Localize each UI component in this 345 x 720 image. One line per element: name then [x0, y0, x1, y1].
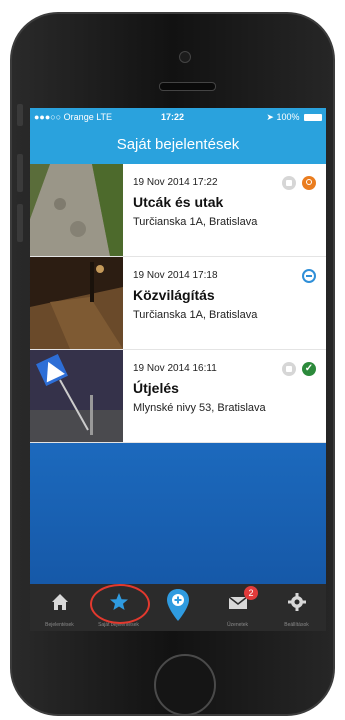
- lock-icon: [282, 176, 296, 190]
- tab-messages[interactable]: 2 Üzenetek: [208, 584, 267, 631]
- earpiece-speaker: [159, 82, 216, 91]
- gear-icon: [287, 593, 306, 611]
- report-address: Turčianska 1A, Bratislava: [133, 216, 258, 228]
- battery-icon: [304, 114, 322, 121]
- report-row[interactable]: 19 Nov 2014 17:18 Közvilágítás Turčiansk…: [30, 257, 326, 350]
- add-pin-icon: [167, 589, 189, 621]
- location-arrow-icon: ➤: [266, 112, 274, 122]
- home-button[interactable]: [154, 654, 216, 716]
- page-title: Saját bejelentések: [116, 136, 240, 153]
- annotation-circle: [90, 584, 150, 624]
- report-date: 19 Nov 2014 16:11: [133, 363, 217, 374]
- lock-icon: [282, 362, 296, 376]
- front-camera: [179, 51, 191, 63]
- tab-settings[interactable]: Beállítások: [267, 584, 326, 631]
- status-time: 17:22: [161, 112, 185, 122]
- report-row[interactable]: 19 Nov 2014 17:22 Utcák és utak Turčians…: [30, 164, 326, 257]
- volume-up-button: [17, 154, 23, 192]
- mute-switch: [17, 104, 23, 126]
- tab-bar: Bejelentések Saját bejelentések 2 Üzenet…: [30, 584, 326, 631]
- status-bar: ●●●○○ Orange LTE 17:22 ➤ 100%: [30, 108, 326, 126]
- navigation-bar: Saját bejelentések: [30, 126, 326, 164]
- unread-badge: 2: [244, 586, 258, 600]
- battery-percent: 100%: [276, 112, 300, 122]
- tab-new-report[interactable]: [148, 584, 208, 631]
- status-pending-icon: [302, 269, 316, 283]
- report-date: 19 Nov 2014 17:22: [133, 177, 218, 188]
- status-pin-icon: [302, 176, 316, 190]
- home-icon: [51, 594, 68, 610]
- report-category: Közvilágítás: [133, 287, 215, 303]
- volume-down-button: [17, 204, 23, 242]
- report-address: Mlynské nivy 53, Bratislava: [133, 402, 266, 414]
- report-photo-traffic-sign: [30, 350, 123, 442]
- report-photo-sidewalk: [30, 164, 123, 256]
- tab-label: Bejelentések: [45, 622, 74, 628]
- tab-reports[interactable]: Bejelentések: [30, 584, 89, 631]
- report-row[interactable]: 19 Nov 2014 16:11 Útjelés Mlynské nivy 5…: [30, 350, 326, 443]
- report-address: Turčianska 1A, Bratislava: [133, 309, 258, 321]
- report-date: 19 Nov 2014 17:18: [133, 270, 218, 281]
- battery-indicator: ➤ 100%: [266, 112, 322, 123]
- app-screen: ●●●○○ Orange LTE 17:22 ➤ 100% Saját beje…: [30, 108, 326, 631]
- report-category: Utcák és utak: [133, 194, 224, 210]
- carrier-label: ●●●○○ Orange LTE: [34, 112, 113, 122]
- report-photo-street-night: [30, 257, 123, 349]
- tab-label: Üzenetek: [226, 622, 249, 628]
- report-category: Útjelés: [133, 380, 179, 396]
- tab-label: Beállítások: [284, 622, 309, 628]
- checkmark-icon: ✓: [302, 362, 316, 376]
- report-list: 19 Nov 2014 17:22 Utcák és utak Turčians…: [30, 164, 326, 443]
